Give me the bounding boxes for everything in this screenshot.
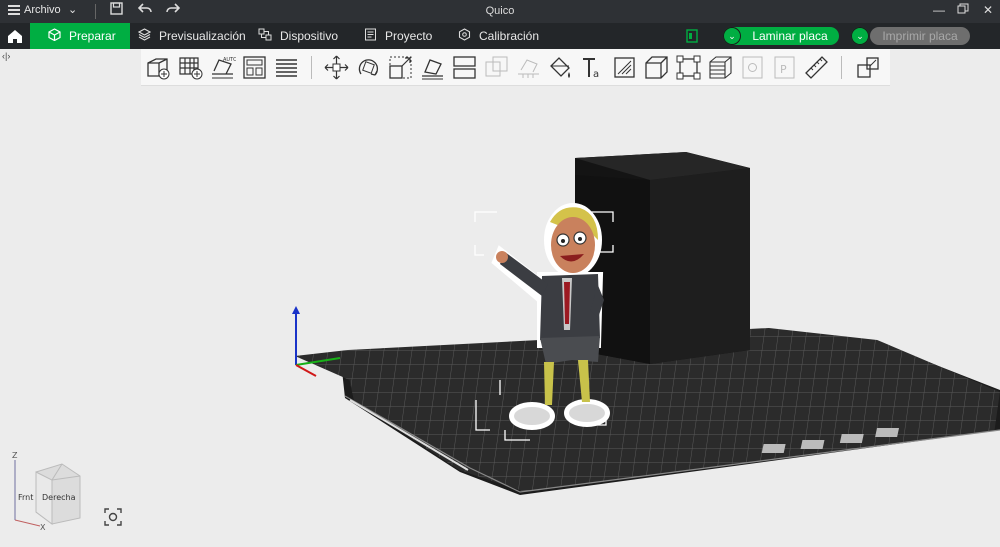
tab-proyecto[interactable]: Proyecto xyxy=(352,23,444,49)
title-bar: Archivo ⌄ Quico — ✕ xyxy=(0,0,1000,23)
chevron-down-icon: ⌄ xyxy=(851,27,869,45)
arrange-icon[interactable] xyxy=(241,54,268,81)
emboss-icon[interactable] xyxy=(611,54,638,81)
axis-z-label: Z xyxy=(12,451,18,460)
sidebar-toggle-icon[interactable]: ‹|› xyxy=(2,51,10,61)
chevron-down-icon[interactable]: ⌄ xyxy=(723,27,741,45)
add-object-icon[interactable] xyxy=(145,54,172,81)
print-plate-button[interactable]: Imprimir placa xyxy=(870,27,970,45)
axis-x-label: X xyxy=(40,523,46,532)
main-tab-bar: Preparar Previsualización Dispositivo Pr… xyxy=(0,23,1000,49)
print-plate-label: Imprimir placa xyxy=(882,29,958,43)
tab-label: Preparar xyxy=(69,29,116,43)
cube-outline-icon xyxy=(48,28,61,44)
scene-canvas[interactable]: Z X Frnt Derecha xyxy=(0,86,1000,542)
explode-icon[interactable] xyxy=(855,54,882,81)
calibration-icon xyxy=(458,28,471,44)
move-icon[interactable] xyxy=(323,54,350,81)
tab-label: Calibración xyxy=(479,29,540,43)
tab-label: Dispositivo xyxy=(280,29,339,43)
print-dropdown[interactable]: ⌄ xyxy=(851,27,869,45)
part-icon[interactable]: P xyxy=(771,54,798,81)
device-icon xyxy=(258,28,272,44)
restore-icon[interactable] xyxy=(957,3,969,17)
tab-dispositivo[interactable]: Dispositivo xyxy=(246,23,350,49)
tab-label: Proyecto xyxy=(385,29,433,43)
navigation-cube[interactable]: Z X Frnt Derecha xyxy=(12,451,81,532)
document-icon xyxy=(364,28,377,44)
add-plate-icon[interactable] xyxy=(177,54,204,81)
front-face-label: Frnt xyxy=(18,493,33,502)
text-icon[interactable]: a xyxy=(579,54,606,81)
cut-icon[interactable] xyxy=(451,54,478,81)
divider xyxy=(841,56,842,79)
right-face-label: Derecha xyxy=(42,493,76,502)
boolean-icon[interactable] xyxy=(483,54,510,81)
svg-text:a: a xyxy=(593,69,599,80)
home-icon[interactable] xyxy=(0,23,30,49)
divider xyxy=(311,56,312,79)
variable-layer-icon[interactable] xyxy=(707,54,734,81)
measure-box-icon[interactable] xyxy=(643,54,670,81)
place-on-face-icon[interactable] xyxy=(419,54,446,81)
slice-plate-button[interactable]: ⌄ Laminar placa xyxy=(723,27,839,45)
ruler-icon[interactable] xyxy=(803,54,830,81)
tab-label: Previsualización xyxy=(159,29,246,43)
split-layers-icon[interactable] xyxy=(273,54,300,81)
minimize-icon[interactable]: — xyxy=(933,3,945,17)
auto-orient-icon[interactable]: AUTO xyxy=(209,54,237,81)
3d-viewport[interactable]: Z X Frnt Derecha xyxy=(0,86,1000,542)
modifier-icon[interactable] xyxy=(739,54,766,81)
seam-paint-icon[interactable] xyxy=(547,54,574,81)
svg-text:AUTO: AUTO xyxy=(223,57,236,63)
svg-text:P: P xyxy=(780,63,787,76)
tab-previsualizacion[interactable]: Previsualización xyxy=(126,23,258,49)
scale-icon[interactable] xyxy=(387,54,414,81)
support-paint-icon[interactable] xyxy=(515,54,542,81)
window-title: Quico xyxy=(485,5,515,17)
rotate-icon[interactable] xyxy=(355,54,382,81)
screenshot-icon[interactable] xyxy=(102,506,124,528)
object-toolbar: AUTO a P xyxy=(141,49,890,86)
plate-settings-icon[interactable] xyxy=(686,29,698,48)
slice-plate-label: Laminar placa xyxy=(752,29,828,43)
tab-preparar[interactable]: Preparar xyxy=(30,23,130,49)
layers-icon xyxy=(137,28,152,44)
close-icon[interactable]: ✕ xyxy=(983,3,993,17)
assembly-icon[interactable] xyxy=(675,54,702,81)
tab-calibracion[interactable]: Calibración xyxy=(446,23,551,49)
